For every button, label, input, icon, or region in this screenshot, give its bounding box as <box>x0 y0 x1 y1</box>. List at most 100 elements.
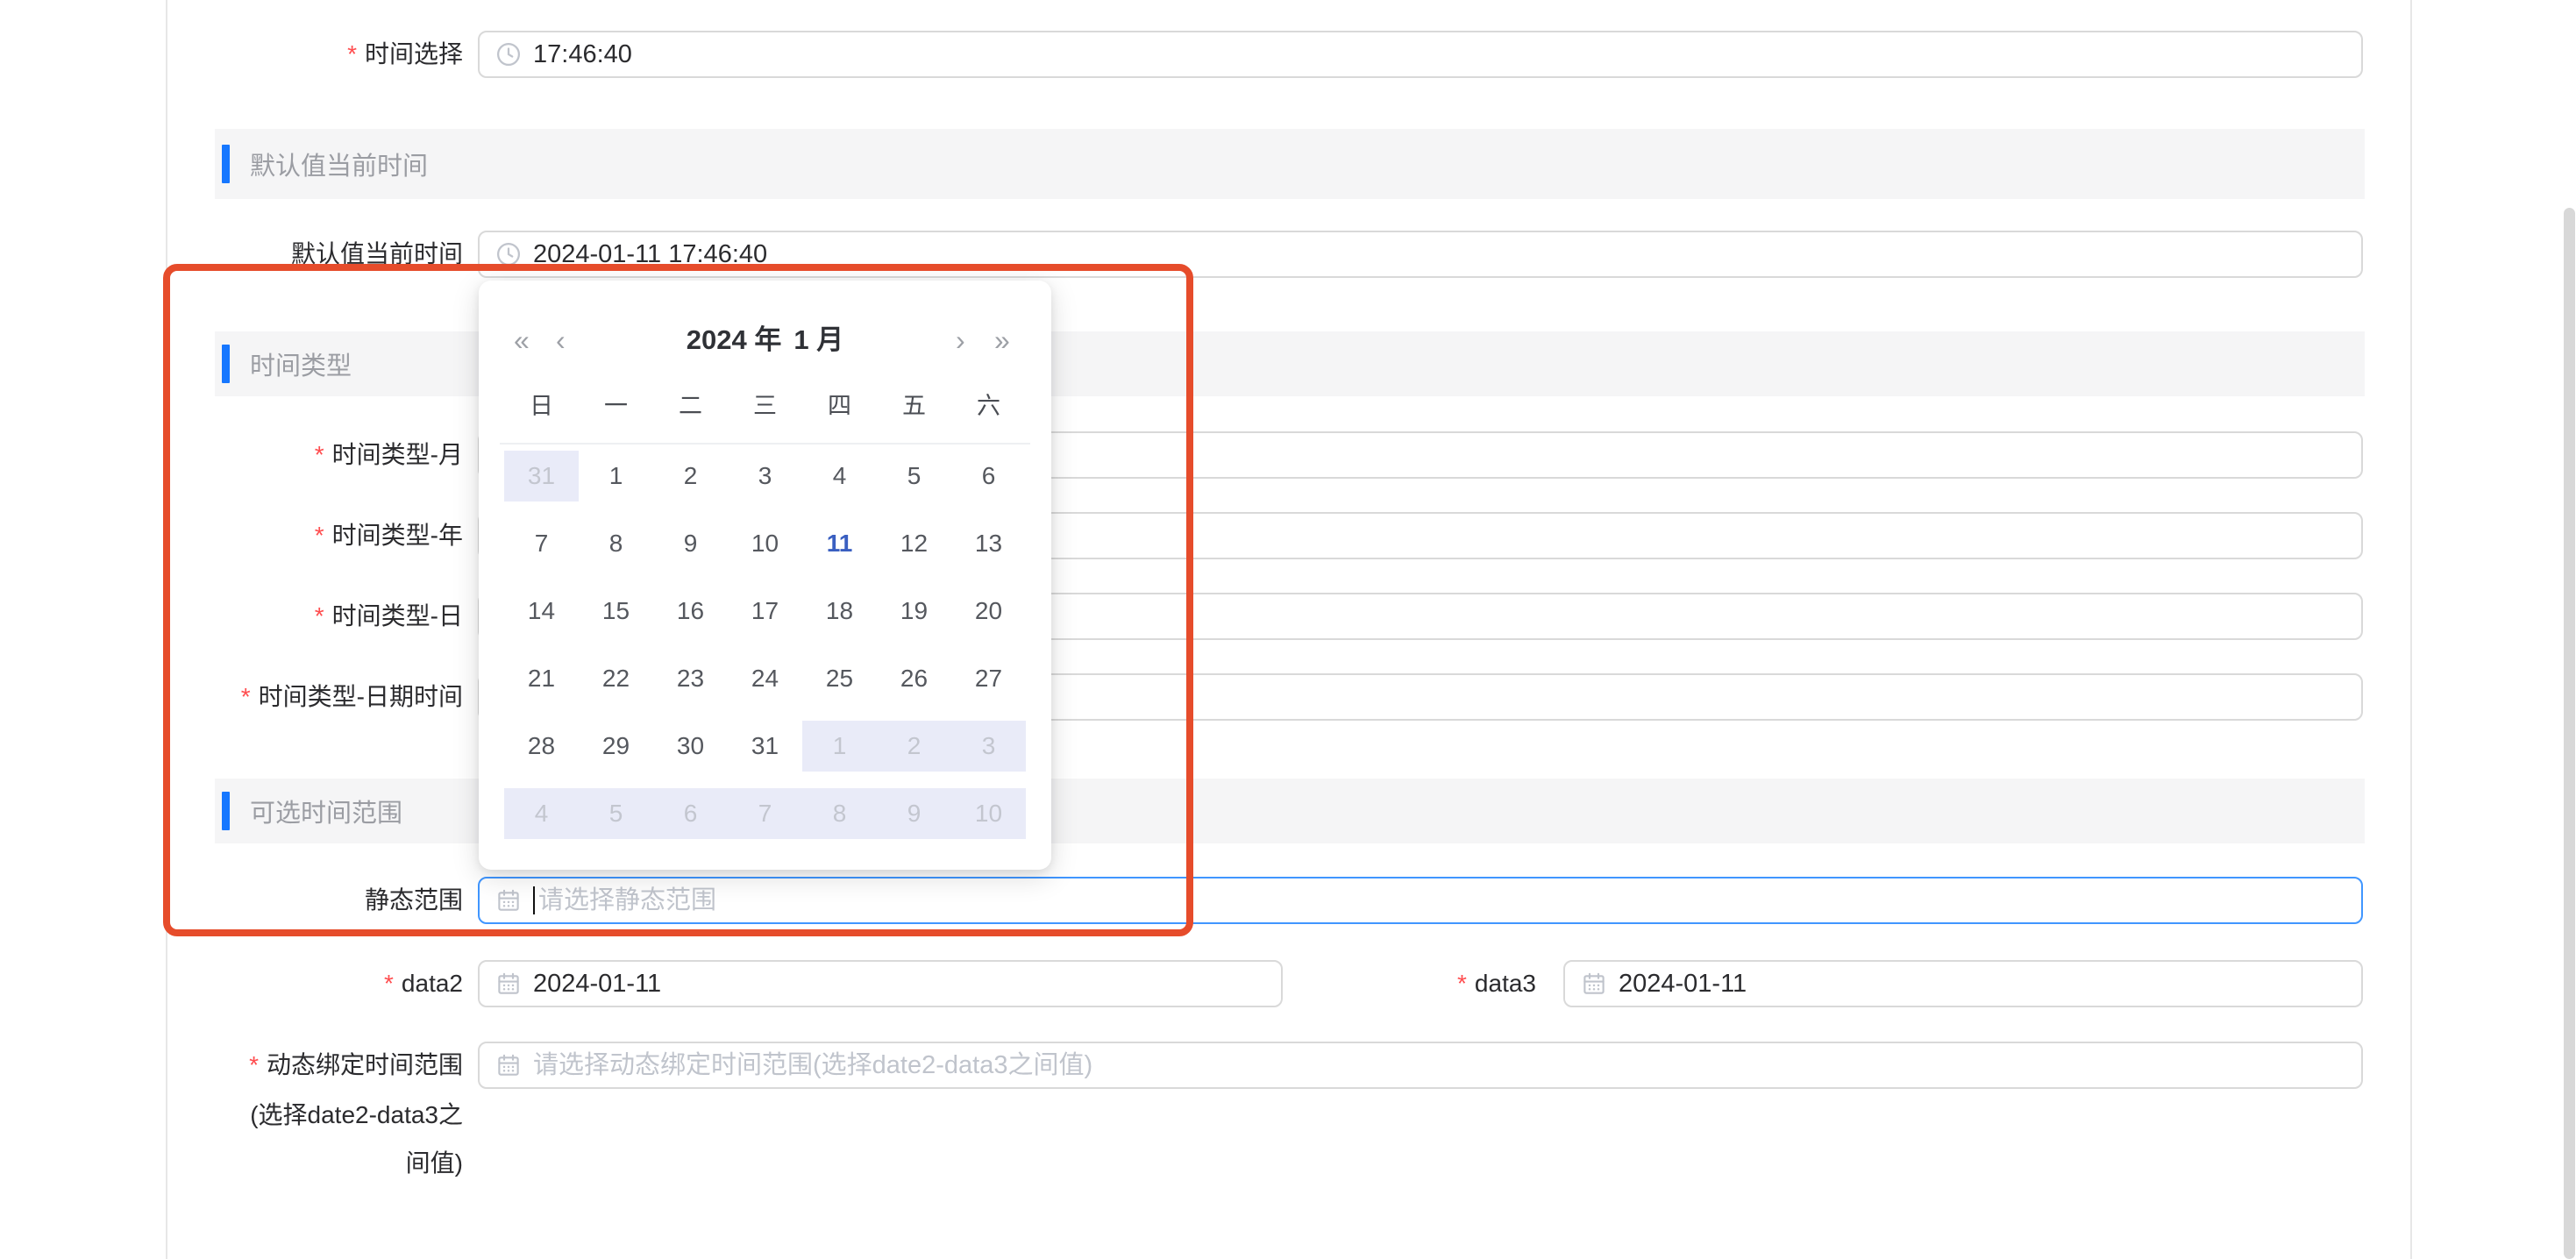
section-accent-bar <box>222 145 230 183</box>
calendar-day[interactable]: 10 <box>728 518 802 569</box>
calendar-day[interactable]: 20 <box>951 586 1026 637</box>
section-accent-bar <box>222 345 230 383</box>
calendar-day[interactable]: 27 <box>951 653 1026 704</box>
calendar-day[interactable]: 12 <box>877 518 951 569</box>
content-card-right-border <box>2410 0 2412 1259</box>
calendar-day[interactable]: 9 <box>653 518 728 569</box>
calendar-day[interactable]: 23 <box>653 653 728 704</box>
date-picker-dropdown: « ‹ 2024 年1 月 › » 日一二三四五六 31123456789101… <box>479 281 1051 870</box>
data2-value[interactable] <box>533 962 1265 1006</box>
calendar-day[interactable]: 22 <box>579 653 653 704</box>
calendar-day[interactable]: 6 <box>653 788 728 839</box>
section-title: 默认值当前时间 <box>250 146 428 182</box>
calendar-separator <box>500 443 1030 445</box>
calendar-day[interactable]: 29 <box>579 721 653 772</box>
default-now-label: 默认值当前时间 <box>291 237 463 272</box>
calendar-icon <box>495 887 522 914</box>
calendar-day[interactable]: 2 <box>653 451 728 501</box>
calendar-day[interactable]: 25 <box>802 653 877 704</box>
calendar-day[interactable]: 5 <box>877 451 951 501</box>
section-accent-bar <box>222 792 230 830</box>
calendar-day[interactable]: 15 <box>579 586 653 637</box>
data3-input[interactable] <box>1563 960 2363 1007</box>
weekday-label: 五 <box>877 388 951 423</box>
calendar-day[interactable]: 2 <box>877 721 951 772</box>
section-title: 时间类型 <box>250 345 352 382</box>
vertical-scrollbar[interactable] <box>2564 208 2575 1259</box>
calendar-icon <box>495 971 522 997</box>
time-select-value[interactable] <box>533 32 2345 76</box>
required-asterisk: * <box>347 40 357 68</box>
calendar-day[interactable]: 3 <box>728 451 802 501</box>
data3-label: *data3 <box>1457 966 1536 1001</box>
dynamic-range-label-line3: 间值) <box>406 1146 463 1181</box>
calendar-day[interactable]: 11 <box>802 518 877 569</box>
dynamic-range-field[interactable] <box>533 1043 2345 1087</box>
content-card-left-border <box>166 0 167 1259</box>
required-asterisk: * <box>1457 970 1467 997</box>
calendar-day[interactable]: 7 <box>728 788 802 839</box>
calendar-day[interactable]: 1 <box>579 451 653 501</box>
calendar-day[interactable]: 1 <box>802 721 877 772</box>
calendar-day[interactable]: 7 <box>504 518 579 569</box>
calendar-day[interactable]: 14 <box>504 586 579 637</box>
calendar-day[interactable]: 30 <box>653 721 728 772</box>
weekday-label: 六 <box>951 388 1026 423</box>
required-asterisk: * <box>241 683 251 710</box>
text-caret <box>533 886 535 914</box>
calendar-day[interactable]: 19 <box>877 586 951 637</box>
calendar-week-row: 14151617181920 <box>504 586 1026 637</box>
calendar-day[interactable]: 8 <box>579 518 653 569</box>
type-month-label: *时间类型-月 <box>315 437 463 473</box>
calendar-day[interactable]: 26 <box>877 653 951 704</box>
calendar-day[interactable]: 31 <box>728 721 802 772</box>
default-now-input[interactable] <box>478 231 2363 278</box>
calendar-day[interactable]: 16 <box>653 586 728 637</box>
calendar-icon <box>495 1052 522 1078</box>
dynamic-range-label-line1: *动态绑定时间范围 <box>249 1048 463 1083</box>
required-asterisk: * <box>315 522 324 549</box>
data2-input[interactable] <box>478 960 1283 1007</box>
calendar-day[interactable]: 21 <box>504 653 579 704</box>
default-now-value[interactable] <box>533 232 2345 276</box>
clock-icon <box>495 41 522 68</box>
calendar-day[interactable]: 4 <box>504 788 579 839</box>
year-select-button[interactable]: 2024 年 <box>687 324 782 355</box>
calendar-day[interactable]: 10 <box>951 788 1026 839</box>
calendar-day[interactable]: 5 <box>579 788 653 839</box>
section-default-now: 默认值当前时间 <box>215 129 2365 199</box>
calendar-day[interactable]: 13 <box>951 518 1026 569</box>
calendar-day[interactable]: 3 <box>951 721 1026 772</box>
calendar-day[interactable]: 9 <box>877 788 951 839</box>
section-title: 可选时间范围 <box>250 793 402 829</box>
calendar-day[interactable]: 17 <box>728 586 802 637</box>
month-select-button[interactable]: 1 月 <box>793 324 843 355</box>
next-month-button[interactable]: › <box>956 323 965 358</box>
calendar-day[interactable]: 28 <box>504 721 579 772</box>
data3-value[interactable] <box>1619 962 2345 1006</box>
calendar-week-row: 28293031123 <box>504 721 1026 772</box>
time-select-label: *时间选择 <box>347 37 463 72</box>
weekday-label: 日 <box>504 388 579 423</box>
weekday-label: 二 <box>653 388 728 423</box>
calendar-day[interactable]: 6 <box>951 451 1026 501</box>
dynamic-range-input[interactable] <box>478 1042 2363 1089</box>
calendar-day[interactable]: 24 <box>728 653 802 704</box>
calendar-day[interactable]: 8 <box>802 788 877 839</box>
calendar-day[interactable]: 31 <box>504 451 579 501</box>
weekday-header-row: 日一二三四五六 <box>504 388 1026 423</box>
weekday-label: 四 <box>802 388 877 423</box>
weekday-label: 一 <box>579 388 653 423</box>
calendar-day[interactable]: 18 <box>802 586 877 637</box>
required-asterisk: * <box>315 441 324 468</box>
calendar-week-row: 78910111213 <box>504 518 1026 569</box>
static-range-input[interactable] <box>478 877 2363 924</box>
required-asterisk: * <box>315 602 324 630</box>
static-range-field[interactable] <box>538 878 2345 922</box>
next-year-button[interactable]: » <box>994 323 1010 358</box>
calendar-week-row: 45678910 <box>504 788 1026 839</box>
calendar-day[interactable]: 4 <box>802 451 877 501</box>
weekday-label: 三 <box>728 388 802 423</box>
calendar-title: 2024 年 1 月 <box>479 323 1051 358</box>
time-select-input[interactable] <box>478 31 2363 78</box>
